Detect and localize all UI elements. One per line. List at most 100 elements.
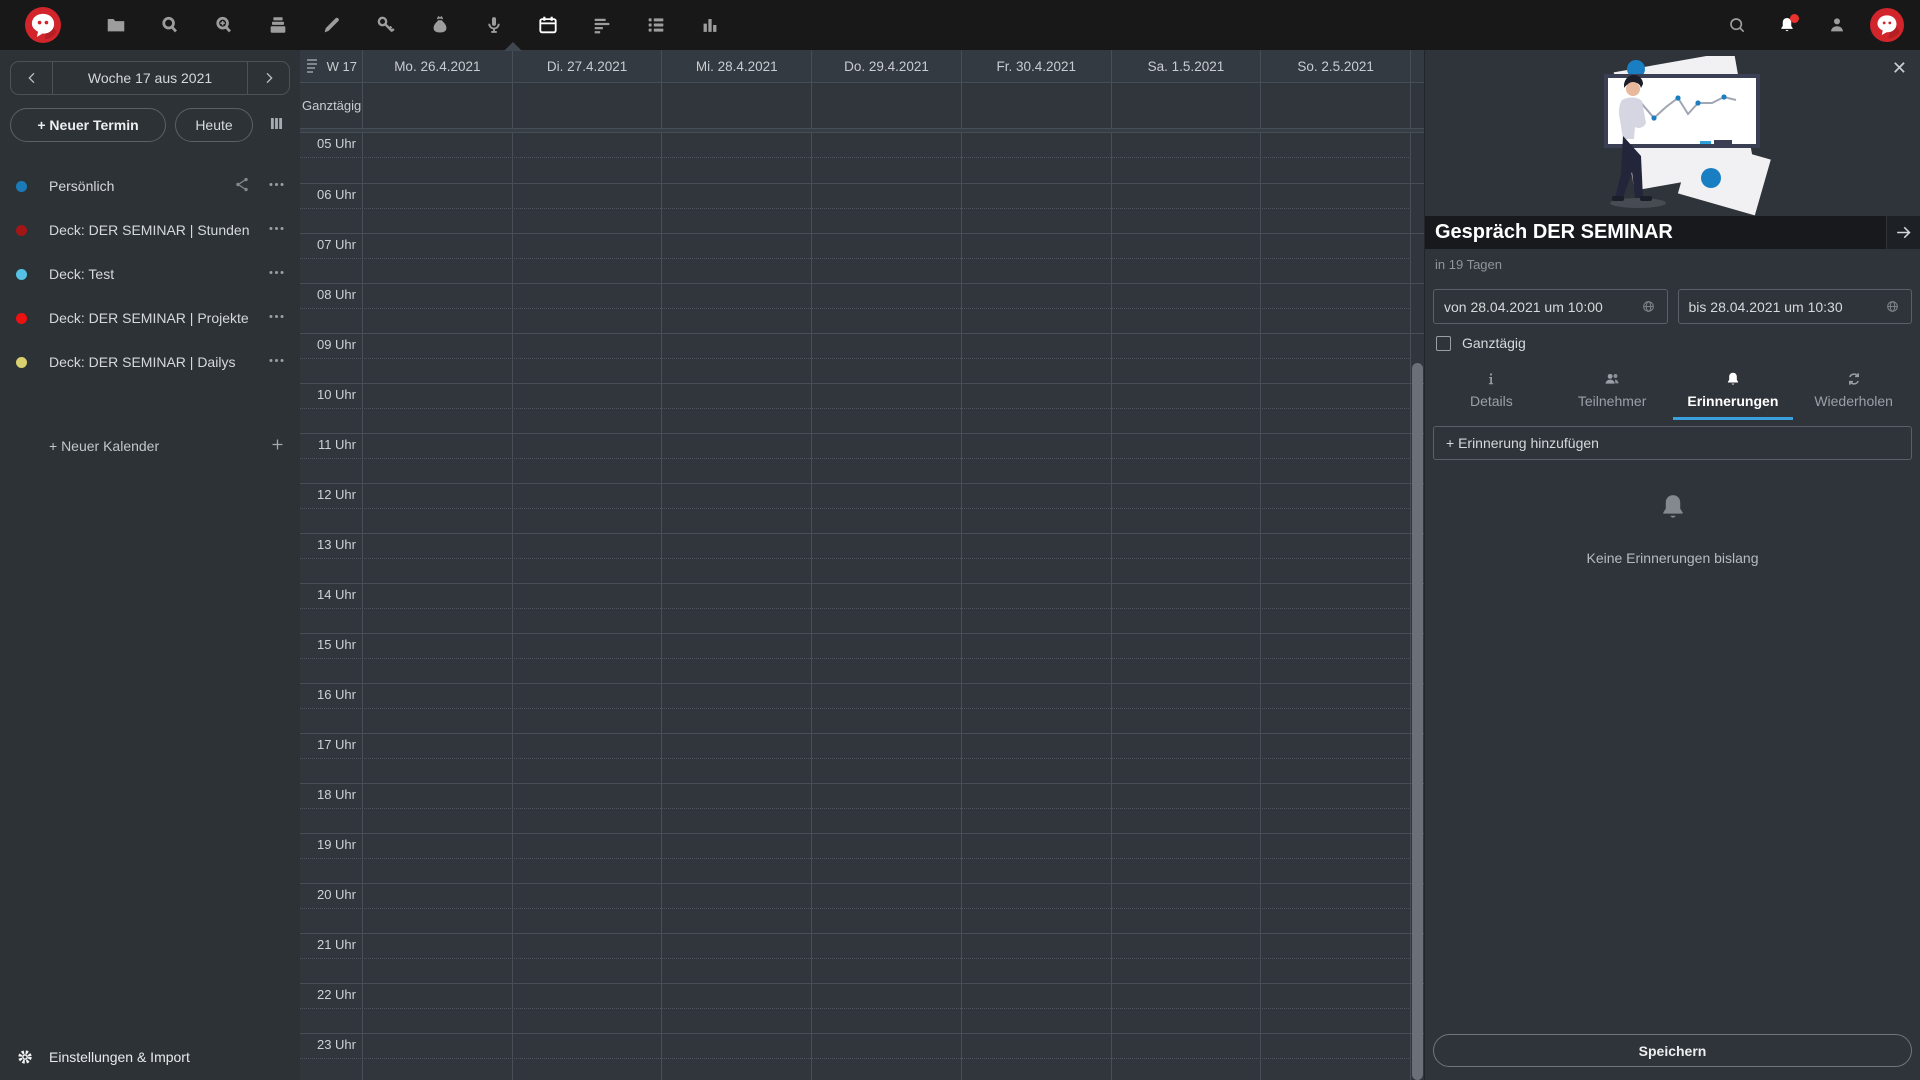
folder-icon — [105, 14, 127, 36]
hour-label: 12 Uhr — [316, 487, 356, 502]
allday-day-cell[interactable] — [811, 83, 961, 128]
archive-icon — [267, 14, 289, 36]
user-avatar-button[interactable] — [1862, 0, 1912, 50]
allday-cells — [362, 83, 1411, 128]
allday-day-cell[interactable] — [511, 83, 662, 128]
tab-people-icon — [1603, 370, 1621, 388]
event-start-input[interactable]: von 28.04.2021 um 10:00 — [1433, 289, 1668, 324]
calendar-list-item[interactable]: Deck: Test — [0, 252, 300, 296]
calendar-list-item[interactable]: Deck: DER SEMINAR | Stunden — [0, 208, 300, 252]
calendar-name: Deck: DER SEMINAR | Projekte — [49, 310, 249, 326]
event-end-input[interactable]: bis 28.04.2021 um 10:30 — [1677, 289, 1912, 324]
contacts-button[interactable] — [1812, 0, 1862, 50]
today-button[interactable]: Heute — [175, 108, 253, 142]
allday-day-cell[interactable] — [1260, 83, 1410, 128]
day-column[interactable] — [1110, 133, 1261, 1080]
calendar-list-item[interactable]: Deck: DER SEMINAR | Projekte — [0, 296, 300, 340]
pencil-icon — [321, 14, 343, 36]
app-button-folder[interactable] — [89, 0, 143, 50]
tab-teilnehmer[interactable]: Teilnehmer — [1552, 366, 1673, 420]
calendar-app: Woche 17 aus 2021 + Neuer Termin Heute P… — [0, 0, 1920, 1080]
week-number-cell: W 17 — [300, 50, 362, 82]
allday-checkbox[interactable] — [1436, 335, 1451, 351]
app-button-search[interactable] — [143, 0, 197, 50]
notifications-button[interactable] — [1762, 0, 1812, 50]
calendar-share-button[interactable] — [234, 176, 251, 196]
app-button-key[interactable] — [359, 0, 413, 50]
popover-arrow — [504, 42, 522, 51]
sidebar: Woche 17 aus 2021 + Neuer Termin Heute P… — [0, 50, 300, 1080]
topbar — [0, 0, 1920, 50]
app-button-money-bag[interactable] — [413, 0, 467, 50]
day-headers: Mo. 26.4.2021 Di. 27.4.2021 Mi. 28.4.2021 D… — [362, 50, 1411, 82]
settings-import-item[interactable]: Einstellungen & Import — [0, 1034, 300, 1080]
allday-day-cell[interactable] — [362, 83, 512, 128]
money-bag-icon — [429, 14, 451, 36]
nextcloud-logo[interactable] — [25, 7, 61, 43]
calendar-color-dot — [16, 224, 27, 236]
calendar-menu-button[interactable] — [267, 175, 286, 197]
app-button-align-left[interactable] — [575, 0, 629, 50]
globe-icon[interactable] — [1640, 298, 1657, 315]
tab-label: Details — [1469, 393, 1513, 409]
day-column[interactable] — [661, 133, 811, 1080]
hour-label: 15 Uhr — [316, 637, 356, 652]
week-navigation: Woche 17 aus 2021 — [10, 61, 290, 95]
avatar-icon — [1870, 8, 1904, 42]
calendar-menu-button[interactable] — [267, 263, 286, 285]
plus-icon — [269, 436, 286, 453]
allday-day-cell[interactable] — [661, 83, 811, 128]
app-button-pencil[interactable] — [305, 0, 359, 50]
title-submit-button[interactable] — [1886, 216, 1920, 249]
calendar-list: Persönlich Deck: DER SEMINAR | Stunden Dec… — [0, 164, 300, 384]
calendar-menu-button[interactable] — [267, 307, 286, 329]
allday-day-cell[interactable] — [1110, 83, 1261, 128]
day-column[interactable] — [1260, 133, 1412, 1080]
add-calendar-button[interactable] — [269, 436, 286, 456]
more-options-icon — [267, 351, 286, 370]
new-event-button[interactable]: + Neuer Termin — [10, 108, 166, 142]
view-switcher-button[interactable] — [262, 108, 290, 142]
week-label[interactable]: Woche 17 aus 2021 — [53, 62, 247, 94]
calendar-name: Deck: Test — [49, 266, 115, 282]
reminders-empty-state: Keine Erinnerungen bislang — [1425, 490, 1920, 566]
next-week-button[interactable] — [247, 62, 289, 94]
app-button-search-plus[interactable] — [197, 0, 251, 50]
day-column[interactable] — [960, 133, 1111, 1080]
calendar-list-item[interactable]: Persönlich — [0, 164, 300, 208]
calendar-name: Deck: DER SEMINAR | Stunden — [49, 222, 250, 238]
calendar-list-item[interactable]: Deck: DER SEMINAR | Dailys — [0, 340, 300, 384]
calendar-menu-button[interactable] — [267, 219, 286, 241]
event-title-row — [1425, 216, 1920, 249]
day-column[interactable] — [811, 133, 961, 1080]
share-icon — [234, 176, 251, 193]
tab-wiederholen[interactable]: Wiederholen — [1793, 366, 1914, 420]
day-column[interactable] — [511, 133, 662, 1080]
add-reminder-button[interactable]: + Erinnerung hinzufügen — [1433, 426, 1912, 460]
vertical-scrollbar[interactable] — [1412, 363, 1423, 1080]
app-button-calendar[interactable] — [521, 0, 575, 50]
hour-label: 08 Uhr — [316, 287, 356, 302]
app-button-archive[interactable] — [251, 0, 305, 50]
new-calendar-item[interactable]: + Neuer Kalender — [0, 424, 300, 468]
tab-erinnerungen[interactable]: Erinnerungen — [1672, 366, 1794, 420]
allday-toggle[interactable]: Ganztägig — [1436, 335, 1909, 351]
calendar-name: Deck: DER SEMINAR | Dailys — [49, 354, 236, 370]
app-button-bar-chart[interactable] — [683, 0, 737, 50]
event-title-input[interactable] — [1425, 216, 1886, 249]
tab-info-icon — [1482, 370, 1500, 388]
hour-label: 14 Uhr — [316, 587, 356, 602]
tab-details[interactable]: Details — [1431, 366, 1552, 420]
day-column[interactable] — [362, 133, 512, 1080]
hour-label: 16 Uhr — [316, 687, 356, 702]
bar-chart-icon — [699, 14, 721, 36]
event-start-value: von 28.04.2021 um 10:00 — [1444, 298, 1603, 315]
globe-icon[interactable] — [1884, 298, 1901, 315]
previous-week-button[interactable] — [11, 62, 53, 94]
allday-day-cell[interactable] — [960, 83, 1111, 128]
calendar-menu-button[interactable] — [267, 351, 286, 373]
global-search-button[interactable] — [1712, 0, 1762, 50]
close-panel-button[interactable]: ✕ — [1892, 59, 1907, 77]
app-button-bullet-list[interactable] — [629, 0, 683, 50]
save-button[interactable]: Speichern — [1433, 1034, 1912, 1067]
